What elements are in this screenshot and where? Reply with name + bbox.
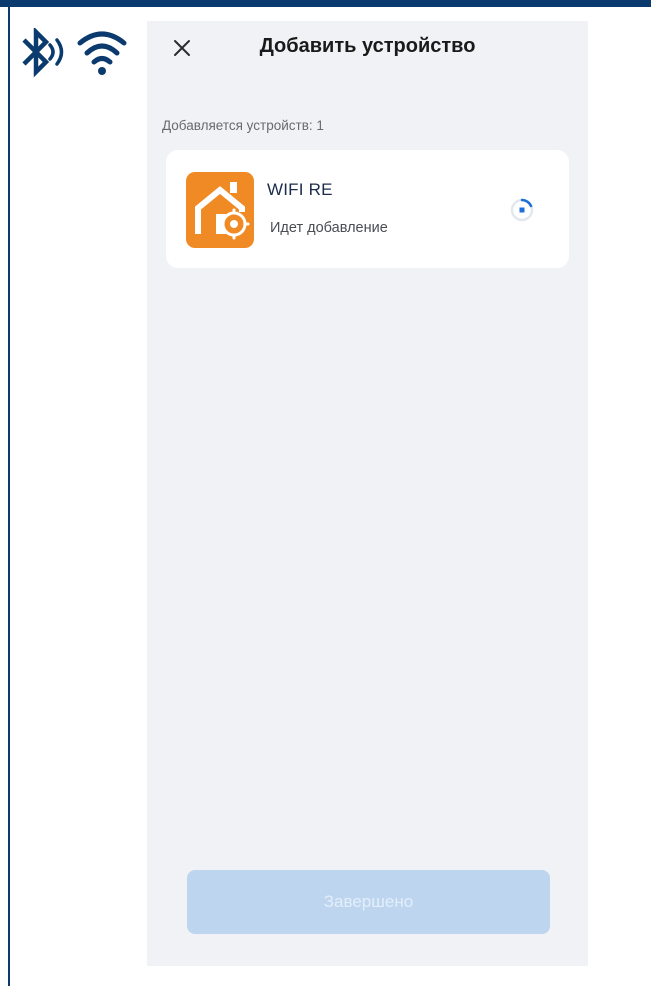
device-status: Идет добавление [270,220,388,236]
devices-count-label: Добавляется устройств: 1 [162,118,324,133]
connectivity-icons [20,28,140,84]
bluetooth-icon [22,28,50,78]
device-name: WIFI RE [267,180,333,199]
close-icon [174,40,190,56]
left-frame-border [8,7,10,986]
device-icon [186,172,254,248]
done-button[interactable]: Завершено [187,870,550,934]
device-card[interactable]: WIFI RE Идет добавление [166,150,569,268]
close-button[interactable] [167,33,197,63]
sound-waves-icon [48,38,64,66]
page-title: Добавить устройство [259,35,476,57]
top-frame-bar [0,0,651,7]
add-device-screen: Добавить устройство Добавляется устройст… [147,21,588,966]
loading-spinner-icon [509,197,535,223]
wifi-icon [77,31,127,75]
